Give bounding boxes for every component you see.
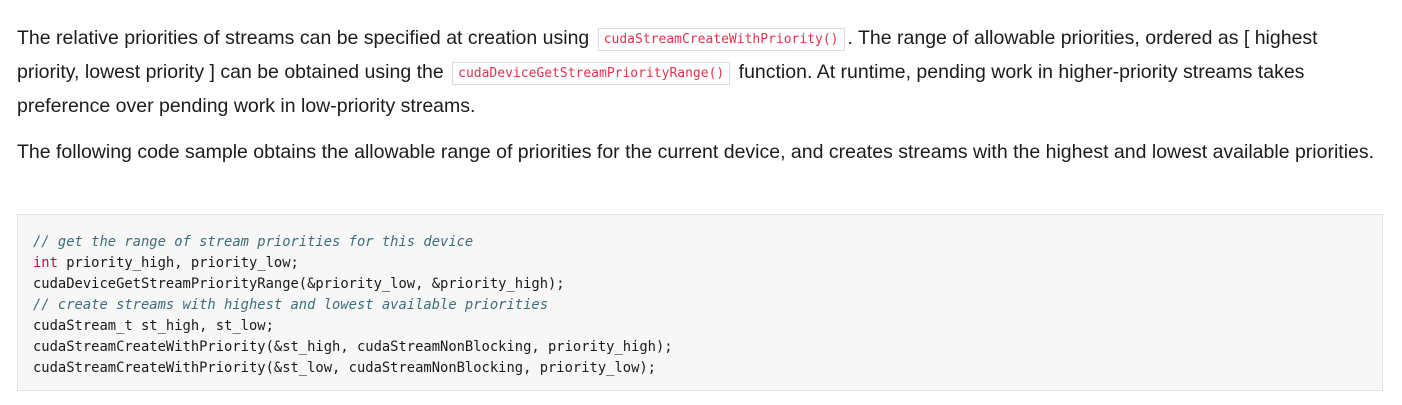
- code-line: cudaDeviceGetStreamPriorityRange(&priori…: [33, 276, 565, 292]
- stream-priority-paragraph: The relative priorities of streams can b…: [17, 22, 1385, 122]
- code-comment: // get the range of stream priorities fo…: [33, 234, 474, 250]
- code-line: cudaStream_t st_high, st_low;: [33, 318, 274, 334]
- code-line: cudaStreamCreateWithPriority(&st_high, c…: [33, 339, 673, 355]
- paragraph-text: The relative priorities of streams can b…: [17, 27, 590, 49]
- priority-range-code: cudaDeviceGetStreamPriorityRange(): [452, 62, 731, 85]
- code-comment: // create streams with highest and lowes…: [33, 297, 548, 313]
- code-sample-block[interactable]: // get the range of stream priorities fo…: [17, 214, 1383, 391]
- code-line: cudaStreamCreateWithPriority(&st_low, cu…: [33, 360, 656, 376]
- create-with-priority-code: cudaStreamCreateWithPriority(): [597, 28, 845, 51]
- code-keyword: int: [33, 255, 58, 271]
- code-text: priority_high, priority_low;: [57, 255, 299, 271]
- code-sample-intro-paragraph: The following code sample obtains the al…: [17, 141, 1375, 163]
- doc-content: The relative priorities of streams can b…: [17, 22, 1385, 167]
- code-line: int priority_high, priority_low;: [33, 253, 1382, 274]
